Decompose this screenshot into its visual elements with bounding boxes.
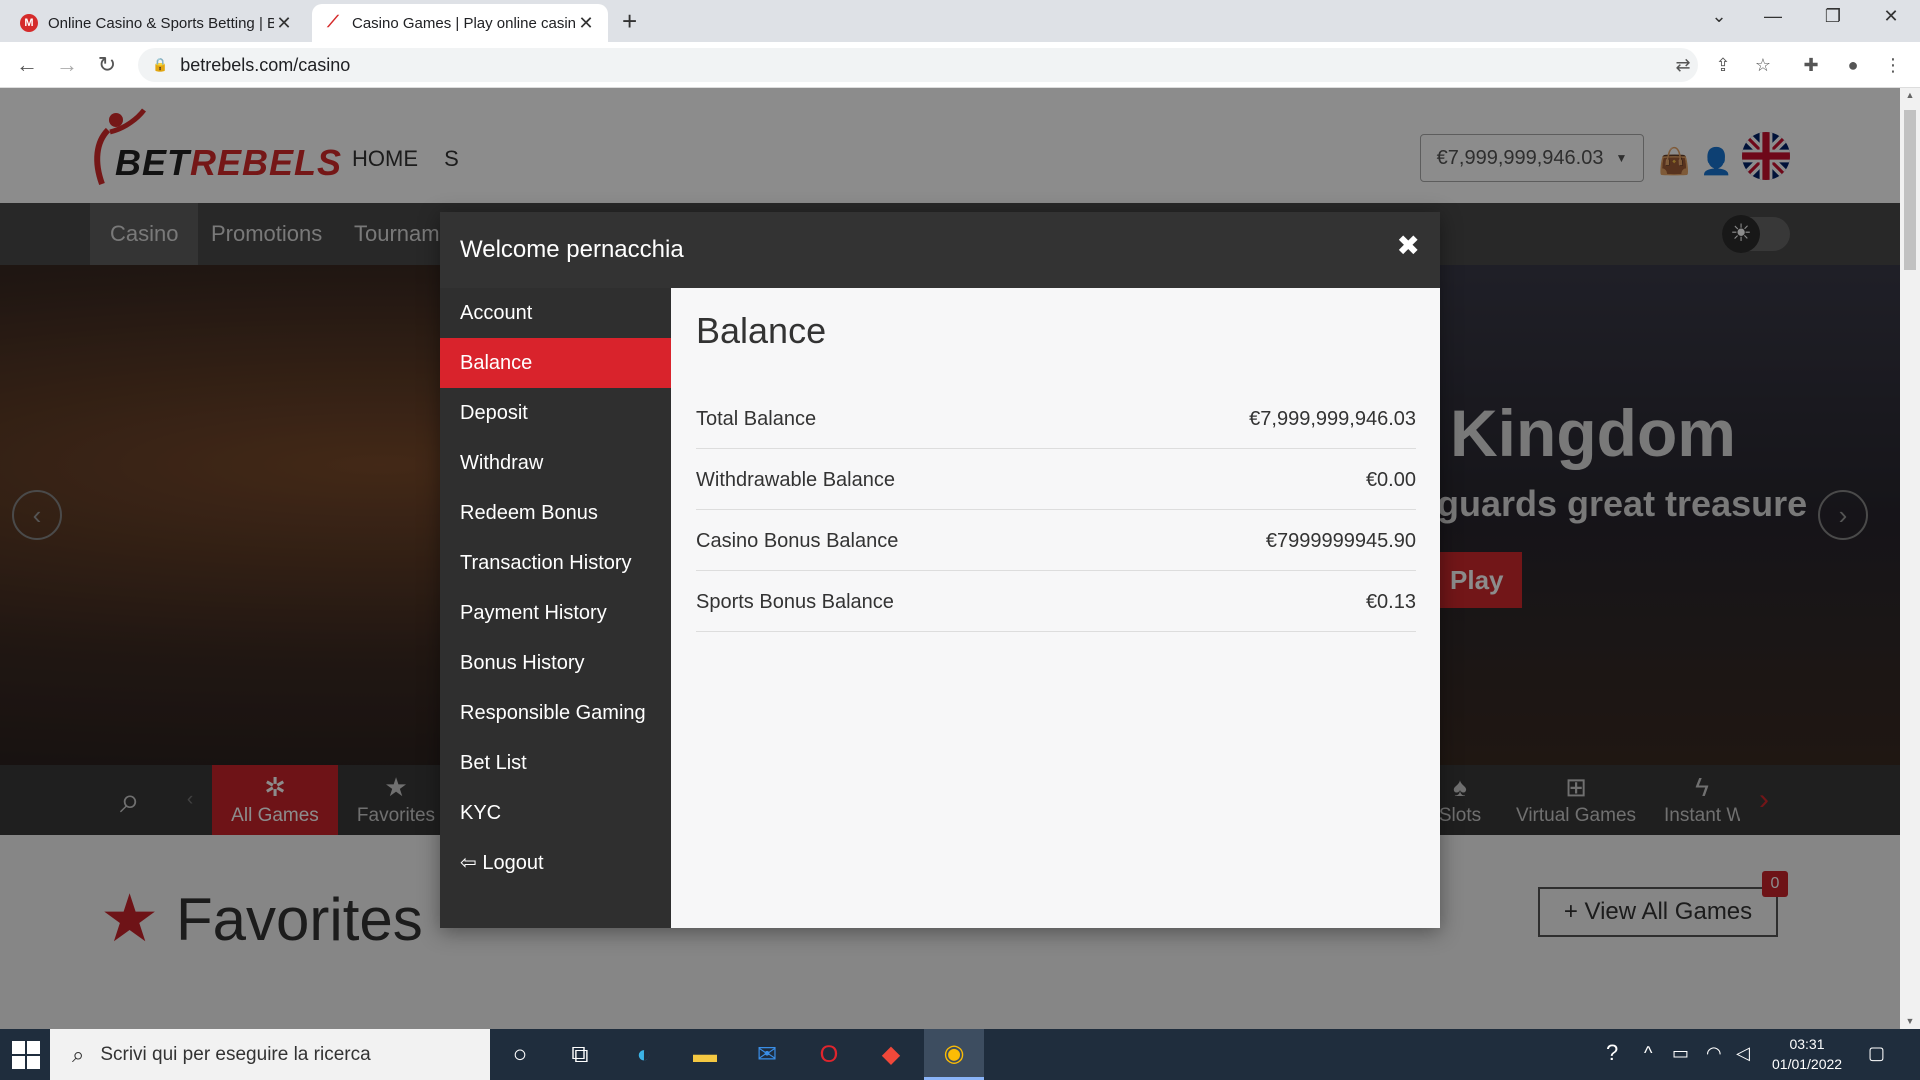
extensions-icon[interactable]: ✚: [1798, 52, 1824, 78]
scroll-down-icon[interactable]: ▼: [1900, 1016, 1920, 1026]
close-tab-icon[interactable]: ✕: [576, 13, 596, 34]
file-explorer-icon[interactable]: ▬: [675, 1029, 735, 1080]
balance-row-sports-bonus: Sports Bonus Balance €0.13: [696, 571, 1416, 632]
opera-icon[interactable]: O: [799, 1029, 859, 1080]
close-tab-icon[interactable]: ✕: [274, 13, 294, 34]
balance-value: €0.13: [1365, 591, 1416, 613]
help-icon[interactable]: ?: [1606, 1040, 1618, 1066]
taskbar-search[interactable]: ⌕ Scrivi qui per eseguire la ricerca: [50, 1029, 490, 1080]
account-modal: Welcome pernacchia ✖ Account Balance Dep…: [440, 212, 1440, 928]
task-view-icon[interactable]: ⧉: [550, 1029, 610, 1080]
balance-panel: Balance Total Balance €7,999,999,946.03 …: [671, 288, 1440, 928]
page-scrollbar[interactable]: ▲ ▼: [1900, 88, 1920, 1029]
menu-redeem-bonus[interactable]: Redeem Bonus: [440, 488, 671, 538]
browser-toolbar: ← → ↻ 🔒 betrebels.com/casino ⇄ ⇪ ☆ ✚ ● ⋮: [0, 42, 1920, 88]
back-icon[interactable]: ←: [12, 50, 42, 80]
browser-tab[interactable]: M Online Casino & Sports Betting | BetRe…: [8, 4, 306, 42]
account-menu: Account Balance Deposit Withdraw Redeem …: [440, 288, 671, 928]
balance-label: Casino Bonus Balance: [696, 530, 899, 552]
balance-value: €7,999,999,946.03: [1249, 408, 1416, 430]
menu-deposit[interactable]: Deposit: [440, 388, 671, 438]
tab-title: Casino Games | Play online casino: [352, 14, 576, 32]
minimize-icon[interactable]: —: [1758, 6, 1788, 27]
wifi-icon[interactable]: ◠: [1706, 1043, 1722, 1064]
logout-label: Logout: [482, 852, 544, 874]
balance-row-withdrawable: Withdrawable Balance €0.00: [696, 449, 1416, 510]
new-tab-icon[interactable]: +: [622, 6, 637, 37]
windows-taskbar: ⌕ Scrivi qui per eseguire la ricerca ○ ⧉…: [0, 1029, 1920, 1080]
panel-title: Balance: [696, 310, 827, 351]
clock-time: 03:31: [1789, 1036, 1825, 1052]
menu-withdraw[interactable]: Withdraw: [440, 438, 671, 488]
menu-responsible-gaming[interactable]: Responsible Gaming: [440, 688, 671, 738]
scrollbar-thumb[interactable]: [1904, 110, 1916, 270]
modal-title: Welcome pernacchia: [460, 236, 684, 263]
chrome-icon[interactable]: ◉: [924, 1029, 984, 1080]
balance-row-casino-bonus: Casino Bonus Balance €7999999945.90: [696, 510, 1416, 571]
menu-payment-history[interactable]: Payment History: [440, 588, 671, 638]
notification-icon[interactable]: ▢: [1868, 1043, 1885, 1064]
tray-chevron-icon[interactable]: ^: [1644, 1043, 1652, 1064]
mail-icon[interactable]: ✉: [737, 1029, 797, 1080]
menu-logout[interactable]: ⇦ Logout: [440, 838, 671, 888]
search-icon: ⌕: [72, 1041, 85, 1067]
site-favicon-icon: M: [20, 14, 38, 32]
menu-kyc[interactable]: KYC: [440, 788, 671, 838]
balance-label: Withdrawable Balance: [696, 469, 895, 491]
restore-icon[interactable]: ❐: [1818, 6, 1848, 27]
browser-tab-active[interactable]: ⟋ Casino Games | Play online casino ✕: [312, 4, 608, 42]
translate-icon[interactable]: ⇄: [1670, 52, 1696, 78]
logout-icon: ⇦: [460, 852, 477, 874]
menu-bet-list[interactable]: Bet List: [440, 738, 671, 788]
share-icon[interactable]: ⇪: [1710, 52, 1736, 78]
menu-kebab-icon[interactable]: ⋮: [1880, 52, 1906, 78]
close-window-icon[interactable]: ✕: [1876, 6, 1906, 27]
cortana-icon[interactable]: ○: [490, 1029, 550, 1080]
url-text: betrebels.com/casino: [180, 54, 351, 75]
menu-balance[interactable]: Balance: [440, 338, 671, 388]
balance-row-total: Total Balance €7,999,999,946.03: [696, 388, 1416, 449]
site-favicon-icon: ⟋: [327, 14, 339, 31]
balance-label: Sports Bonus Balance: [696, 591, 894, 613]
balance-value: €7999999945.90: [1265, 530, 1416, 552]
menu-account[interactable]: Account: [440, 288, 671, 338]
profile-icon[interactable]: ●: [1840, 52, 1866, 78]
balance-label: Total Balance: [696, 408, 817, 430]
windows-start-icon[interactable]: [12, 1041, 40, 1069]
reload-icon[interactable]: ↻: [92, 50, 122, 80]
tab-search-icon[interactable]: ⌄: [1704, 6, 1734, 27]
lock-icon: 🔒: [152, 57, 169, 72]
volume-icon[interactable]: ◁: [1736, 1043, 1750, 1064]
menu-bonus-history[interactable]: Bonus History: [440, 638, 671, 688]
battery-icon[interactable]: ▭: [1672, 1043, 1689, 1064]
address-bar[interactable]: 🔒 betrebels.com/casino: [138, 48, 1698, 82]
scroll-up-icon[interactable]: ▲: [1900, 90, 1920, 100]
tab-title: Online Casino & Sports Betting | BetRebe…: [48, 14, 274, 32]
menu-transaction-history[interactable]: Transaction History: [440, 538, 671, 588]
edge-icon[interactable]: ◐: [614, 1029, 674, 1080]
website: BETREBELS HOME S €7,999,999,946.03 ▼ 👜 👤…: [0, 88, 1920, 1029]
modal-header: Welcome pernacchia ✖: [440, 212, 1440, 288]
browser-tab-bar: M Online Casino & Sports Betting | BetRe…: [0, 0, 1920, 42]
app-icon[interactable]: ◆: [861, 1029, 921, 1080]
clock-date: 01/01/2022: [1772, 1056, 1843, 1072]
taskbar-clock[interactable]: 03:31 01/01/2022: [1772, 1034, 1842, 1074]
bookmark-star-icon[interactable]: ☆: [1750, 52, 1776, 78]
balance-value: €0.00: [1365, 469, 1416, 491]
close-icon[interactable]: ✖: [1397, 232, 1420, 260]
forward-icon[interactable]: →: [52, 50, 82, 80]
search-placeholder: Scrivi qui per eseguire la ricerca: [100, 1043, 371, 1065]
